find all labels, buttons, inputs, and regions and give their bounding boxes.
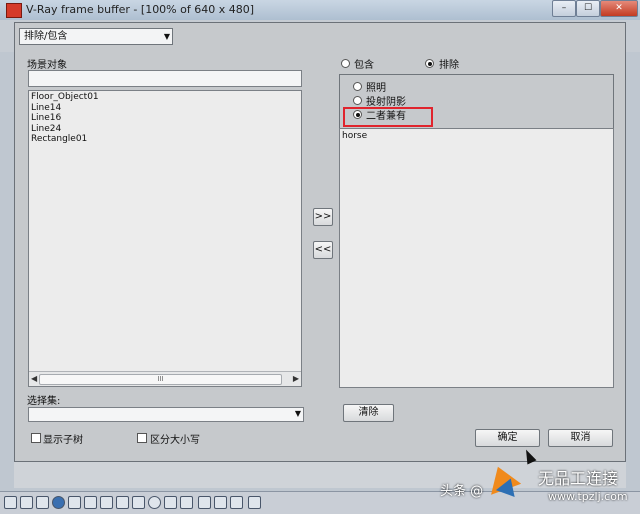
horizontal-scrollbar[interactable]: ◀ III ▶ xyxy=(29,371,301,386)
shadow-casting-label: 投射阴影 xyxy=(366,97,406,108)
status-bar-split-icon[interactable] xyxy=(214,496,227,509)
scene-objects-list[interactable]: Floor_Object01 Line14 Line16 Line24 Rectangl… xyxy=(28,90,302,387)
status-bar-document-icon[interactable] xyxy=(100,496,113,509)
illumination-label: 照明 xyxy=(366,83,386,94)
cancel-button[interactable]: 取消 xyxy=(548,429,613,447)
scene-filter-input[interactable] xyxy=(28,70,302,87)
scroll-right-icon[interactable]: ▶ xyxy=(293,374,299,383)
show-subtree-checkbox[interactable] xyxy=(31,433,41,443)
scene-object-item[interactable]: Floor_Object01 xyxy=(29,92,301,103)
status-bar-layers-icon[interactable] xyxy=(84,496,97,509)
exclude-label: 排除 xyxy=(439,60,459,71)
status-bar-info-icon[interactable] xyxy=(52,496,65,509)
scene-objects-label: 场景对象 xyxy=(27,60,67,71)
status-bar-window-icon[interactable] xyxy=(4,496,17,509)
mode-combo-value: 排除/包含 xyxy=(24,31,68,42)
status-bar-palette-icon[interactable] xyxy=(248,496,261,509)
status-bar-h-icon[interactable] xyxy=(198,496,211,509)
window-title: V-Ray frame buffer - [100% of 640 x 480] xyxy=(26,3,255,16)
status-bar-copy-icon[interactable] xyxy=(36,496,49,509)
remove-from-list-button[interactable]: << xyxy=(313,241,333,259)
show-subtree-label: 显示子树 xyxy=(43,435,83,446)
scroll-thumb[interactable]: III xyxy=(39,374,282,385)
maximize-button[interactable]: ☐ xyxy=(576,0,600,17)
watermark-url-text: www.tpzlj.com xyxy=(548,490,628,503)
status-bar-frame-icon[interactable] xyxy=(132,496,145,509)
scene-object-item[interactable]: Line16 xyxy=(29,113,301,124)
status-bar-list-icon[interactable] xyxy=(20,496,33,509)
illumination-radio[interactable] xyxy=(353,82,362,91)
scene-object-item[interactable]: Line24 xyxy=(29,124,301,135)
selection-set-label: 选择集: xyxy=(27,396,61,407)
minimize-button[interactable]: – xyxy=(552,0,576,17)
case-sensitive-label: 区分大小写 xyxy=(150,435,200,446)
highlight-box xyxy=(343,107,433,127)
status-bar-circle-icon[interactable] xyxy=(148,496,161,509)
scene-object-item[interactable]: Line14 xyxy=(29,103,301,114)
watermark-left-text: 头条 @ xyxy=(440,484,484,499)
shadow-casting-radio[interactable] xyxy=(353,96,362,105)
title-bar: V-Ray frame buffer - [100% of 640 x 480]… xyxy=(0,0,640,21)
exclude-include-dialog: 排除/包含 ▼ 场景对象 Floor_Object01 Line14 Line16 L… xyxy=(14,22,626,462)
selection-set-dropdown[interactable]: ▼ xyxy=(28,407,304,422)
ok-button[interactable]: 确定 xyxy=(475,429,540,447)
status-bar-grid-icon[interactable] xyxy=(68,496,81,509)
case-sensitive-checkbox[interactable] xyxy=(137,433,147,443)
add-to-list-button[interactable]: >> xyxy=(313,208,333,226)
excluded-objects-list[interactable]: horse xyxy=(339,128,614,388)
include-label: 包含 xyxy=(354,60,374,71)
excluded-object-item[interactable]: horse xyxy=(340,131,613,142)
clear-button[interactable]: 清除 xyxy=(343,404,394,422)
status-bar-square-icon[interactable] xyxy=(164,496,177,509)
watermark-brand-text: 无品工连接 xyxy=(538,469,619,488)
status-bar-t-icon[interactable] xyxy=(230,496,243,509)
chevron-down-icon: ▼ xyxy=(163,32,170,41)
include-radio[interactable] xyxy=(341,59,350,68)
status-bar-crop-icon[interactable] xyxy=(180,496,193,509)
scene-object-item[interactable]: Rectangle01 xyxy=(29,134,301,145)
chevron-down-icon: ▼ xyxy=(294,409,301,418)
close-button[interactable]: ✕ xyxy=(600,0,638,17)
status-bar-lines-icon[interactable] xyxy=(116,496,129,509)
mode-combo[interactable]: 排除/包含 ▼ xyxy=(19,28,173,45)
scroll-left-icon[interactable]: ◀ xyxy=(31,374,37,383)
vray-app-icon xyxy=(6,3,22,18)
exclude-radio[interactable] xyxy=(425,59,434,68)
